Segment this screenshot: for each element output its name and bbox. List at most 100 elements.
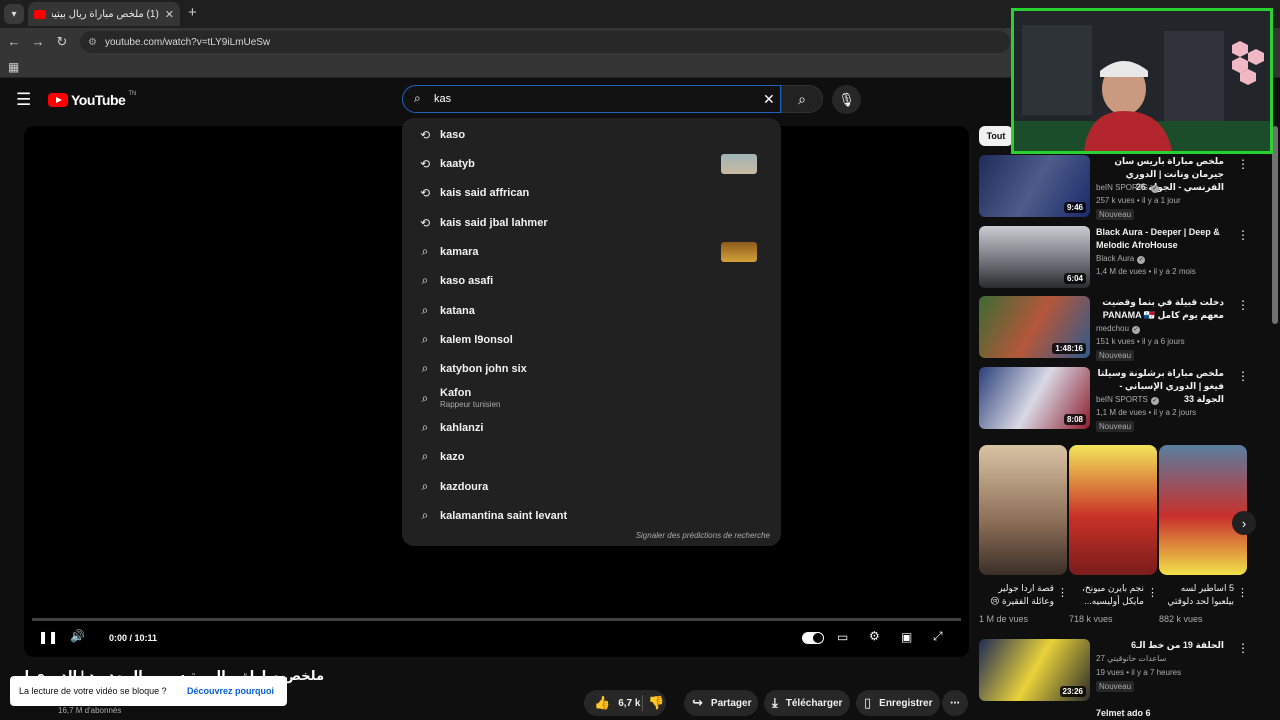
more-options-icon[interactable]: ⋮: [1237, 228, 1249, 242]
page-scrollbar[interactable]: [1272, 126, 1278, 324]
recommendation-card[interactable]: 1:48:16 دخلت قبيلة في بنما وقضيت معهم يوم…: [979, 296, 1259, 361]
like-count[interactable]: 6,7 k: [618, 698, 640, 709]
recommendation-title[interactable]: 7elmet ado 6: [1096, 708, 1151, 718]
channel-name[interactable]: beIN SPORTS ✓: [1096, 395, 1159, 405]
suggestion-item[interactable]: ⌕ Kafon Rappeur tunisien: [402, 384, 781, 413]
download-button[interactable]: ⤓ Télécharger: [764, 690, 850, 716]
more-options-icon[interactable]: ⋮: [1237, 586, 1248, 599]
video-meta: 1,1 M de vues • il y a 2 jours: [1096, 408, 1197, 417]
suggestion-text: kalamantina saint levant: [440, 509, 568, 522]
fullscreen-icon[interactable]: ⤢: [933, 629, 943, 644]
suggestion-text: kais said affrican: [440, 186, 530, 199]
recommendation-title[interactable]: دخلت قبيلة في بنما وقضيت معهم يوم كامل P…: [1096, 296, 1224, 322]
video-duration: 8:08: [1063, 414, 1086, 425]
reload-icon[interactable]: ↻: [54, 34, 70, 50]
youtube-logo[interactable]: YouTube TN: [48, 91, 136, 108]
tab-close-icon[interactable]: ✕: [165, 8, 174, 21]
browser-tab[interactable]: (1) ملخص مباراة ريال بيتيس وريال مدريد |…: [28, 2, 180, 26]
search-suggestions: ⟲ kaso ⟲ kaatyb ⟲ kais said affrican ⟲ kais sai…: [402, 118, 781, 546]
more-options-icon[interactable]: ⋮: [1057, 586, 1068, 599]
forward-icon[interactable]: →: [30, 34, 46, 49]
suggestion-item[interactable]: ⌕ katybon john six: [402, 354, 781, 383]
video-thumbnail[interactable]: 9:46: [979, 155, 1090, 217]
share-icon: ↪: [692, 695, 703, 710]
logo-text: YouTube: [71, 92, 126, 108]
subtitles-icon[interactable]: ▭: [837, 630, 848, 644]
suggestion-item[interactable]: ⟲ kais said jbal lahmer: [402, 208, 781, 237]
video-thumbnail[interactable]: 8:08: [979, 367, 1090, 429]
short-thumbnail[interactable]: [1159, 445, 1247, 575]
tab-search-button[interactable]: ▾: [4, 4, 24, 24]
new-tab-icon[interactable]: +: [188, 4, 197, 21]
suggestion-item[interactable]: ⌕ kalem l9onsol: [402, 325, 781, 354]
back-icon[interactable]: ←: [6, 34, 22, 49]
recommendation-card[interactable]: 8:08 ملخص مباراة برشلونة وسيلتا فيغو | ال…: [979, 367, 1259, 432]
channel-name[interactable]: beIN SPORTS ✓: [1096, 183, 1159, 193]
search-button[interactable]: ⌕: [781, 85, 823, 113]
more-options-icon[interactable]: ⋮: [1237, 369, 1249, 383]
like-icon[interactable]: 👍: [594, 695, 610, 711]
save-button[interactable]: ▯ Enregistrer: [856, 690, 940, 716]
suggestion-item[interactable]: ⟲ kais said affrican: [402, 178, 781, 207]
pause-icon[interactable]: ❚❚: [38, 630, 58, 644]
search-icon: ⌕: [421, 273, 429, 287]
more-actions-button[interactable]: ⋯: [942, 690, 968, 716]
channel-name[interactable]: ساعدات حانوقيتي 27: [1096, 654, 1166, 663]
volume-icon[interactable]: 🔊: [70, 629, 85, 643]
apps-grid-icon[interactable]: ▦: [8, 60, 19, 74]
search-icon: ⌕: [798, 90, 806, 107]
video-thumbnail[interactable]: 23:26: [979, 639, 1090, 701]
suggestion-item[interactable]: ⟲ kaso: [402, 120, 781, 149]
search-input[interactable]: ⌕ kas ✕: [402, 85, 781, 113]
suggestion-item[interactable]: ⌕ kaso asafi: [402, 266, 781, 295]
dislike-icon[interactable]: 👎: [648, 695, 664, 711]
channel-name[interactable]: Black Aura ✓: [1096, 254, 1146, 264]
short-title[interactable]: 5 اساطير لسه بيلعبوا لحد دلوقتي: [1159, 582, 1234, 608]
voice-search-button[interactable]: 🎙: [832, 85, 861, 114]
bookmark-icon: ▯: [864, 695, 872, 710]
more-options-icon[interactable]: ⋮: [1147, 586, 1158, 599]
progress-bar[interactable]: [32, 618, 961, 621]
autoplay-toggle[interactable]: [802, 632, 824, 644]
video-thumbnail[interactable]: 6:04: [979, 226, 1090, 288]
more-options-icon[interactable]: ⋮: [1237, 641, 1249, 655]
share-button[interactable]: ↪ Partager: [684, 690, 758, 716]
recommendation-title[interactable]: Black Aura - Deeper | Deep & Melodic Afr…: [1096, 226, 1224, 252]
suggestion-item[interactable]: ⌕ katana: [402, 296, 781, 325]
suggestion-item[interactable]: ⌕ kamara: [402, 237, 781, 266]
video-thumbnail[interactable]: 1:48:16: [979, 296, 1090, 358]
more-options-icon[interactable]: ⋮: [1237, 298, 1249, 312]
suggestion-item[interactable]: ⌕ kazo: [402, 442, 781, 471]
shorts-next-button[interactable]: ›: [1232, 511, 1256, 535]
miniplayer-icon[interactable]: ▣: [901, 630, 912, 644]
recommendation-card[interactable]: 23:26 الحلقة 19 من خط الـ6 ساعدات حانوقيتي…: [979, 639, 1259, 701]
recommendation-card[interactable]: 9:46 ملخص مباراة باريس سان جيرمان ونانت |…: [979, 155, 1259, 220]
site-info-icon[interactable]: ⚙: [88, 37, 97, 48]
suggestion-item[interactable]: ⌕ kazdoura: [402, 472, 781, 501]
suggestion-item[interactable]: ⌕ kalamantina saint levant: [402, 501, 781, 530]
clear-search-icon[interactable]: ✕: [763, 91, 775, 108]
subscriber-count: 16,7 M d'abonnés: [58, 706, 122, 715]
verified-icon: ✓: [1137, 256, 1146, 264]
recommendation-card[interactable]: 6:04 Black Aura - Deeper | Deep & Melodic…: [979, 226, 1259, 288]
url-field[interactable]: ⚙ youtube.com/watch?v=tLY9iLmUeSw: [80, 31, 1010, 53]
like-dislike-group: 👍 6,7 k 👎: [584, 690, 666, 716]
suggestion-item[interactable]: ⌕ kahlanzi: [402, 413, 781, 442]
short-title[interactable]: قصة اردا جولير وعائلة الفقيرة 😢: [979, 582, 1054, 608]
report-predictions-link[interactable]: Signaler des prédictions de recherche: [636, 531, 770, 540]
channel-name[interactable]: medchou ✓: [1096, 324, 1140, 334]
new-badge: Nouveau: [1096, 421, 1135, 432]
settings-gear-icon[interactable]: ⚙: [869, 629, 880, 643]
short-thumbnail[interactable]: [979, 445, 1067, 575]
recommendation-title[interactable]: الحلقة 19 من خط الـ6: [1096, 639, 1224, 652]
more-options-icon[interactable]: ⋮: [1237, 157, 1249, 171]
short-thumbnail[interactable]: [1069, 445, 1157, 575]
chip-all[interactable]: Tout: [979, 126, 1013, 146]
short-views: 1 M de vues: [979, 614, 1029, 624]
video-duration: 6:04: [1063, 273, 1086, 284]
hamburger-menu-icon[interactable]: ☰: [16, 90, 31, 110]
toast-learn-more-link[interactable]: Découvrez pourquoi: [187, 686, 274, 696]
suggestion-item[interactable]: ⟲ kaatyb: [402, 149, 781, 178]
short-title[interactable]: نجم بايرن ميونخ، مايكل أوليسيه...: [1069, 582, 1144, 608]
search-icon: ⌕: [421, 361, 429, 375]
